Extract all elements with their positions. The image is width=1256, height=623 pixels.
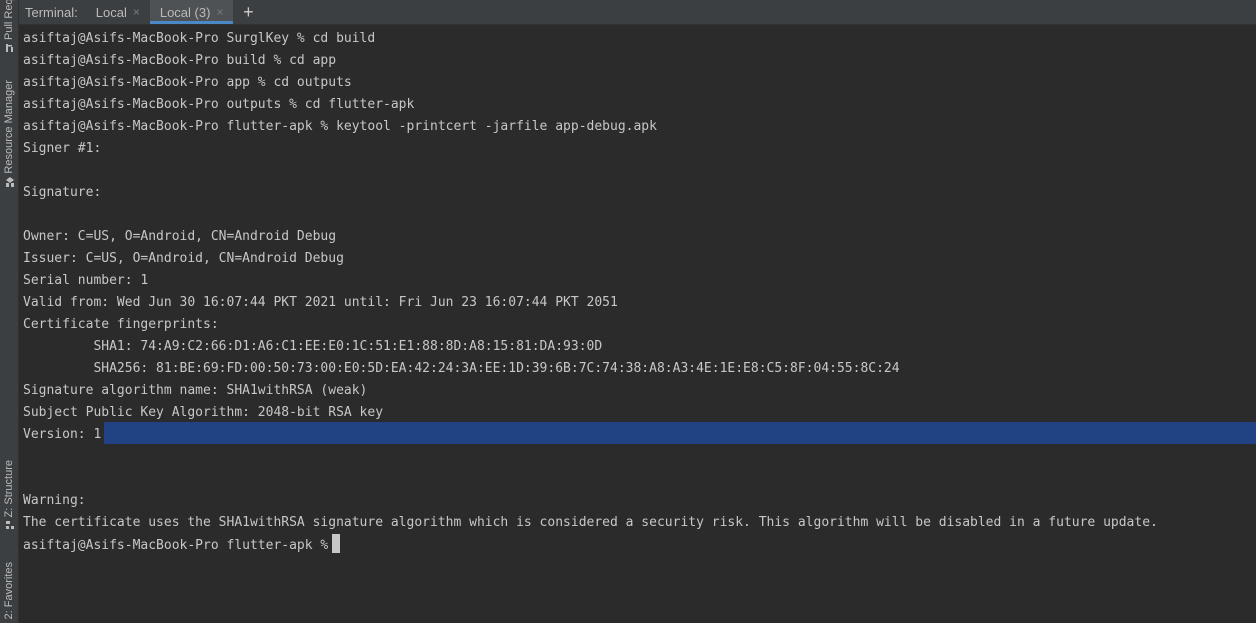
structure-tool-button[interactable]: Z: Structure — [0, 460, 19, 530]
tab-label: Local — [95, 4, 127, 20]
close-icon[interactable]: × — [216, 5, 223, 19]
terminal-line: Issuer: C=US, O=Android, CN=Android Debu… — [23, 251, 344, 266]
terminal-line: The certificate uses the SHA1withRSA sig… — [23, 515, 1158, 530]
terminal-line: SHA1: 74:A9:C2:66:D1:A6:C1:EE:E0:1C:51:E… — [23, 339, 603, 354]
terminal-cursor — [332, 534, 341, 553]
terminal-line: Version: 1 — [23, 427, 102, 442]
resource-manager-label: Resource Manager — [3, 80, 15, 174]
terminal-line: Valid from: Wed Jun 30 16:07:44 PKT 2021… — [23, 295, 618, 310]
terminal-line: Subject Public Key Algorithm: 2048-bit R… — [23, 405, 384, 420]
text-selection-highlight — [104, 422, 1256, 444]
terminal-line: Warning: — [23, 493, 86, 508]
terminal-line: asiftaj@Asifs-MacBook-Pro build % cd app — [23, 53, 337, 68]
terminal-line: Serial number: 1 — [23, 273, 149, 288]
terminal-line: Owner: C=US, O=Android, CN=Android Debug — [23, 229, 337, 244]
terminal-line: asiftaj@Asifs-MacBook-Pro flutter-apk % — [23, 534, 341, 556]
terminal-title: Terminal: — [25, 4, 78, 20]
tab-local[interactable]: Local × — [86, 0, 150, 24]
resource-manager-icon — [5, 176, 14, 187]
close-icon[interactable]: × — [133, 5, 140, 19]
terminal-line: Signature algorithm name: SHA1withRSA (w… — [23, 383, 368, 398]
pull-requests-tool-button[interactable]: Pull Requests — [0, 0, 19, 53]
left-tool-strip: Pull Requests Resource Manager Z: Struct… — [0, 0, 19, 623]
tab-label: Local (3) — [159, 4, 211, 20]
pull-request-icon — [5, 44, 13, 52]
terminal-line: SHA256: 81:BE:69:FD:00:50:73:00:E0:5D:EA… — [23, 361, 900, 376]
terminal-line: Certificate fingerprints: — [23, 317, 219, 332]
structure-label: Z: Structure — [3, 460, 15, 518]
terminal-line: asiftaj@Asifs-MacBook-Pro flutter-apk % … — [23, 119, 657, 134]
terminal-output[interactable]: asiftaj@Asifs-MacBook-Pro SurglKey % cd … — [19, 26, 1256, 623]
structure-icon — [5, 521, 14, 530]
pull-requests-label: Pull Requests — [3, 0, 15, 40]
terminal-tab-bar: Terminal: Local × Local (3) × + — [19, 0, 1256, 25]
favorites-label: 2: Favorites — [3, 562, 15, 620]
terminal-line: Signer #1: — [23, 141, 102, 156]
favorites-tool-button[interactable]: 2: Favorites — [0, 562, 19, 619]
new-tab-plus-icon[interactable]: + — [233, 0, 263, 24]
terminal-line: asiftaj@Asifs-MacBook-Pro app % cd outpu… — [23, 75, 352, 90]
terminal-line: asiftaj@Asifs-MacBook-Pro SurglKey % cd … — [23, 31, 376, 46]
resource-manager-tool-button[interactable]: Resource Manager — [0, 80, 19, 187]
tab-local-3[interactable]: Local (3) × — [149, 0, 234, 24]
terminal-line: asiftaj@Asifs-MacBook-Pro outputs % cd f… — [23, 97, 415, 112]
terminal-line: Signature: — [23, 185, 102, 200]
